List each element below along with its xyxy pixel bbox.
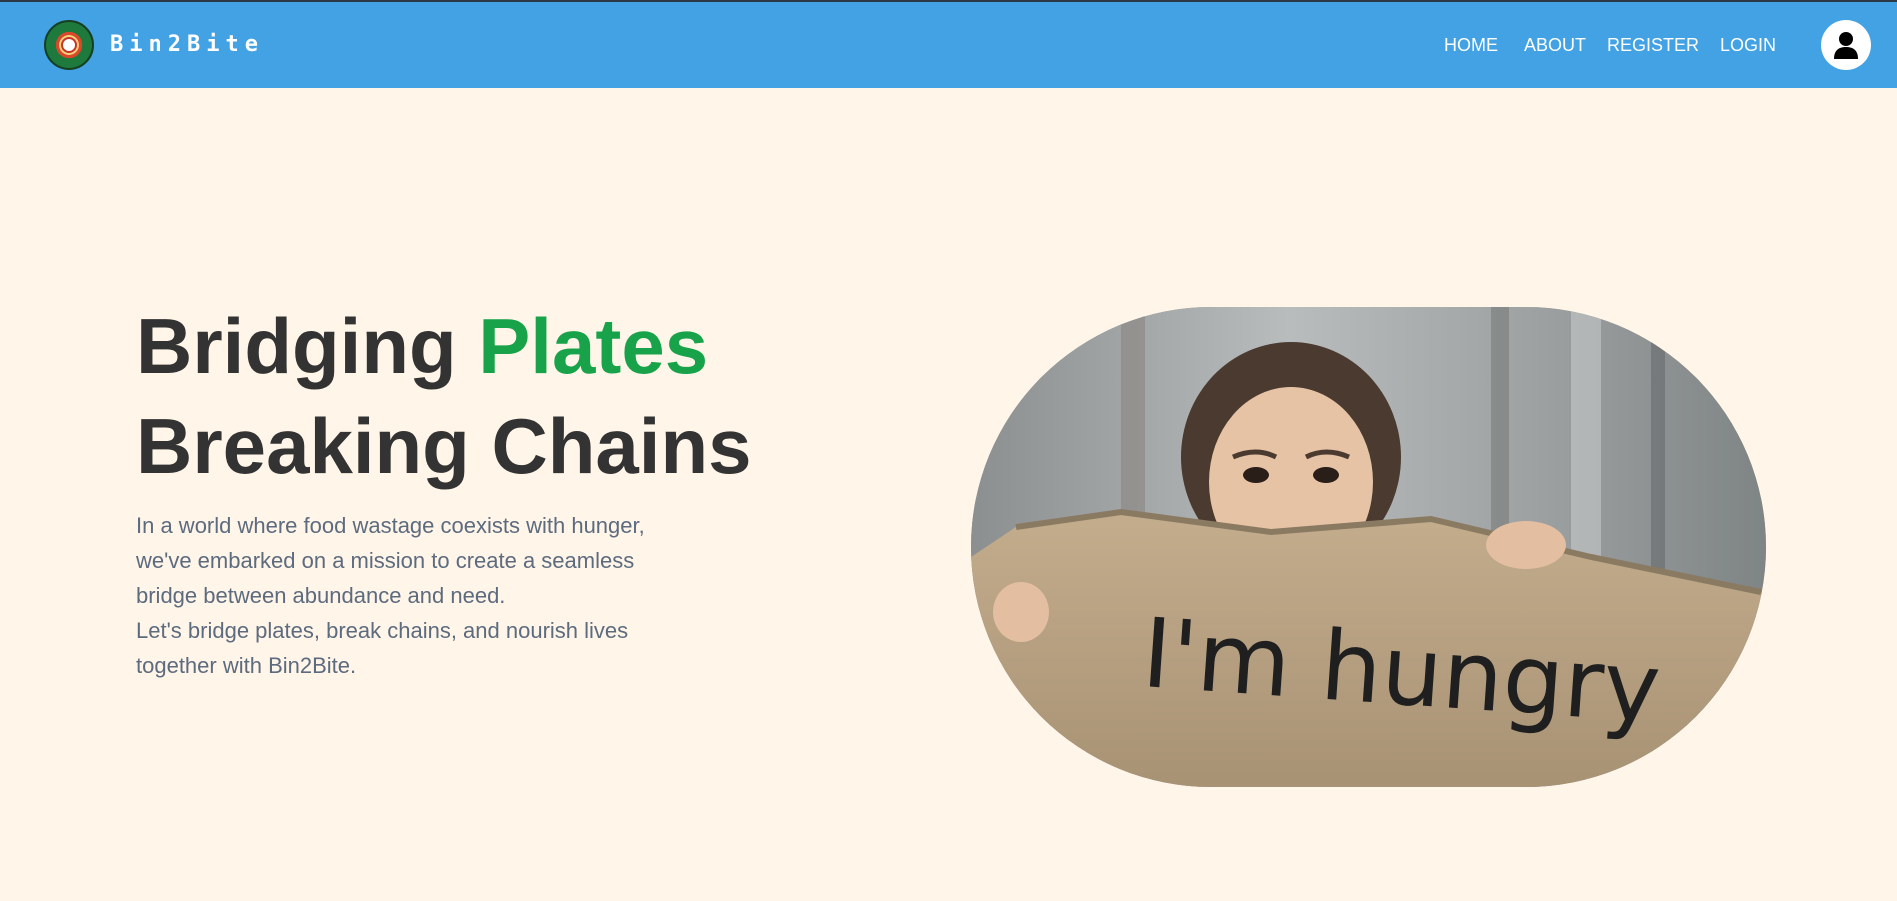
hero-description: In a world where food wastage coexists w…: [136, 508, 696, 683]
hero-title-accent: Plates: [478, 302, 709, 390]
logo-center: [61, 37, 77, 53]
profile-button[interactable]: [1821, 20, 1871, 70]
hero-image-illustration: I'm hungry: [971, 307, 1766, 787]
brand-name[interactable]: Bin2Bite: [110, 32, 264, 57]
hero-image: I'm hungry: [971, 307, 1766, 787]
nav-register[interactable]: REGISTER: [1607, 35, 1699, 56]
hero-description-line2: Let's bridge plates, break chains, and n…: [136, 618, 629, 678]
hero-description-line1: In a world where food wastage coexists w…: [136, 513, 645, 608]
hero-title: Bridging Plates Breaking Chains: [136, 296, 752, 496]
nav-login[interactable]: LOGIN: [1720, 35, 1776, 56]
navbar: Bin2Bite HOME ABOUT REGISTER LOGIN: [0, 2, 1897, 88]
nav-home[interactable]: HOME: [1444, 35, 1498, 56]
user-icon: [1834, 32, 1858, 59]
nav-about[interactable]: ABOUT: [1524, 35, 1586, 56]
hero-title-part1: Bridging: [136, 302, 479, 390]
logo-icon[interactable]: [44, 20, 94, 70]
hero-title-line2: Breaking Chains: [136, 402, 752, 490]
